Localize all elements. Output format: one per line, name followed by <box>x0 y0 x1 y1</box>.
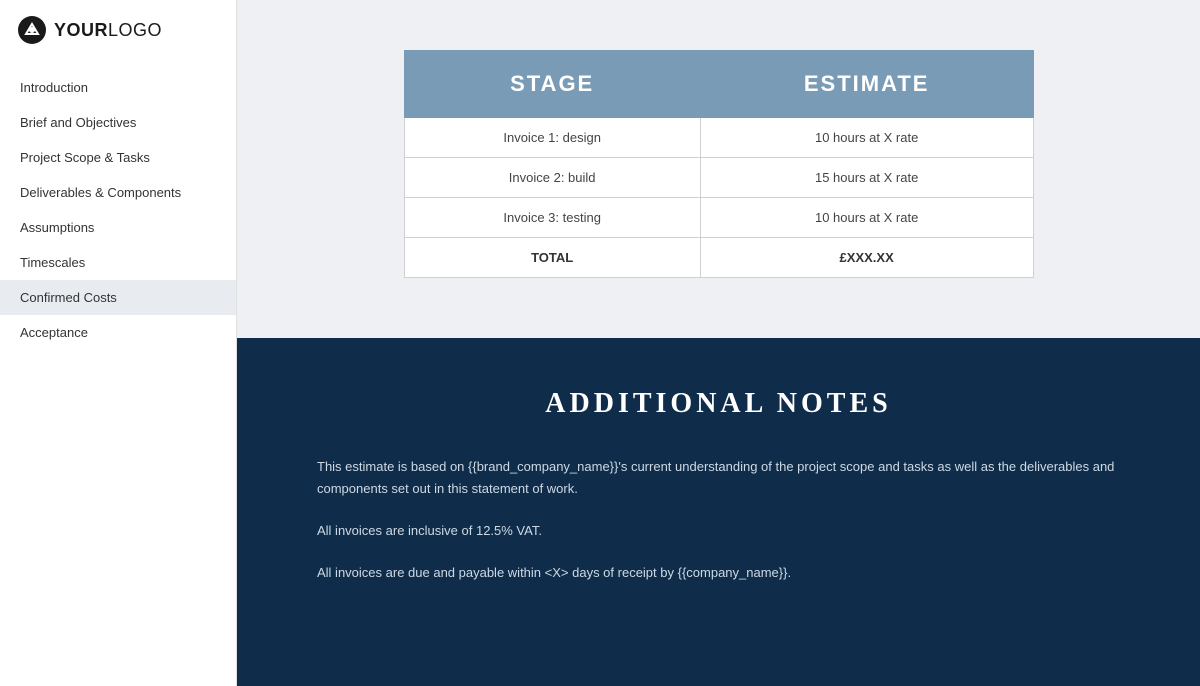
table-cell-stage: Invoice 3: testing <box>404 198 700 238</box>
sidebar-item[interactable]: Acceptance <box>0 315 236 350</box>
sidebar-item[interactable]: Deliverables & Components <box>0 175 236 210</box>
sidebar-item[interactable]: Project Scope & Tasks <box>0 140 236 175</box>
col-stage-header: STAGE <box>404 51 700 118</box>
top-section: STAGE ESTIMATE Invoice 1: design10 hours… <box>237 0 1200 338</box>
sidebar-item[interactable]: Timescales <box>0 245 236 280</box>
table-cell-estimate: £XXX.XX <box>700 238 1033 278</box>
sidebar-item[interactable]: Assumptions <box>0 210 236 245</box>
additional-notes-para1: This estimate is based on {{brand_compan… <box>317 456 1120 500</box>
main-content: STAGE ESTIMATE Invoice 1: design10 hours… <box>237 0 1200 686</box>
logo-area: YOURLOGO <box>0 0 236 60</box>
table-row: Invoice 3: testing10 hours at X rate <box>404 198 1033 238</box>
table-cell-stage: TOTAL <box>404 238 700 278</box>
logo-text: YOURLOGO <box>54 20 162 41</box>
logo-icon <box>18 16 46 44</box>
col-estimate-header: ESTIMATE <box>700 51 1033 118</box>
nav-menu: IntroductionBrief and ObjectivesProject … <box>0 60 236 360</box>
additional-notes-para2: All invoices are inclusive of 12.5% VAT. <box>317 520 1120 542</box>
additional-notes-para3: All invoices are due and payable within … <box>317 562 1120 584</box>
table-cell-estimate: 15 hours at X rate <box>700 158 1033 198</box>
sidebar-item[interactable]: Brief and Objectives <box>0 105 236 140</box>
estimate-table: STAGE ESTIMATE Invoice 1: design10 hours… <box>404 50 1034 278</box>
table-row: Invoice 2: build15 hours at X rate <box>404 158 1033 198</box>
sidebar-item[interactable]: Introduction <box>0 70 236 105</box>
additional-notes-section: ADDITIONAL NOTES This estimate is based … <box>237 338 1200 686</box>
table-row: Invoice 1: design10 hours at X rate <box>404 118 1033 158</box>
table-cell-stage: Invoice 2: build <box>404 158 700 198</box>
sidebar: YOURLOGO IntroductionBrief and Objective… <box>0 0 237 686</box>
table-row: TOTAL£XXX.XX <box>404 238 1033 278</box>
table-cell-estimate: 10 hours at X rate <box>700 118 1033 158</box>
table-cell-stage: Invoice 1: design <box>404 118 700 158</box>
additional-notes-heading: ADDITIONAL NOTES <box>317 388 1120 420</box>
table-cell-estimate: 10 hours at X rate <box>700 198 1033 238</box>
sidebar-item[interactable]: Confirmed Costs <box>0 280 236 315</box>
